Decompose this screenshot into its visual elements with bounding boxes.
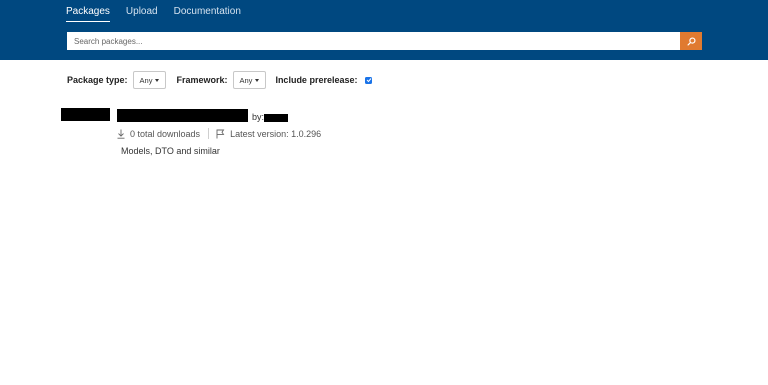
flag-icon (216, 129, 225, 138)
search-button[interactable] (680, 32, 702, 50)
download-icon (117, 129, 125, 139)
framework-label: Framework: (176, 75, 228, 85)
nav-upload[interactable]: Upload (126, 6, 158, 22)
redacted-package-icon (61, 108, 110, 121)
nav-documentation[interactable]: Documentation (174, 6, 241, 22)
package-type-label: Package type: (67, 75, 128, 85)
chevron-down-icon (155, 78, 160, 82)
search-icon (686, 36, 696, 46)
author-by-label: by: (252, 112, 265, 122)
meta-divider (208, 128, 210, 139)
prerelease-checkbox[interactable] (365, 76, 373, 84)
redacted-package-name[interactable] (117, 109, 248, 122)
search-bar (67, 32, 702, 50)
total-downloads: 0 total downloads (130, 128, 201, 139)
nav-packages[interactable]: Packages (66, 6, 110, 22)
chevron-down-icon (255, 78, 260, 82)
package-type-value: Any (139, 75, 153, 85)
framework-value: Any (239, 75, 253, 85)
framework-dropdown[interactable]: Any (232, 71, 267, 89)
filter-bar: Package type: Any Framework: Any Include… (67, 71, 373, 89)
check-icon (366, 78, 372, 83)
package-type-dropdown[interactable]: Any (132, 71, 167, 89)
latest-version: Latest version: 1.0.296 (230, 128, 322, 139)
package-description: Models, DTO and similar (121, 146, 220, 156)
search-input[interactable] (67, 32, 680, 50)
top-header: Packages Upload Documentation (0, 0, 768, 60)
top-nav: Packages Upload Documentation (66, 6, 241, 22)
prerelease-label: Include prerelease: (275, 75, 358, 85)
package-meta: 0 total downloads Latest version: 1.0.29… (117, 128, 321, 139)
redacted-author[interactable] (264, 114, 288, 122)
